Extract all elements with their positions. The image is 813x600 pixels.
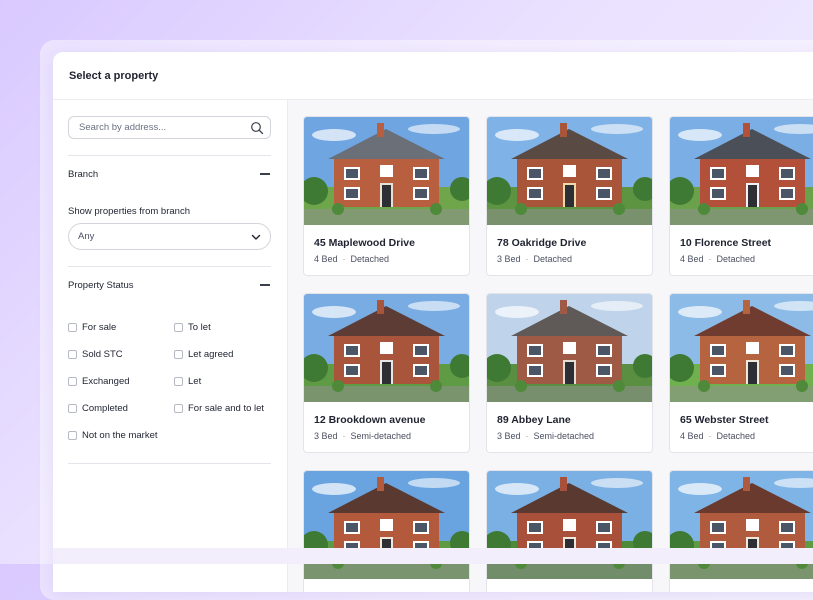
property-type: Semi-detached <box>350 431 412 441</box>
property-photo <box>304 117 469 225</box>
property-details: 3 Bed · Semi-detached <box>314 431 411 441</box>
branch-heading: Branch <box>68 168 99 180</box>
status-option[interactable]: For sale <box>68 322 116 333</box>
property-details: 3 Bed · Detached <box>497 254 572 264</box>
divider <box>68 266 271 267</box>
checkbox[interactable] <box>68 377 77 386</box>
property-card[interactable]: 89 Abbey Lane 3 Bed · Semi-detached <box>486 293 653 453</box>
dialog-title: Select a property <box>69 69 159 82</box>
separator-dot: · <box>708 254 712 264</box>
property-photo <box>487 294 652 402</box>
branch-section-header[interactable]: Branch <box>68 168 271 180</box>
status-heading: Property Status <box>68 279 134 291</box>
property-card[interactable] <box>303 470 470 592</box>
separator-dot: · <box>342 431 346 441</box>
property-address: 89 Abbey Lane <box>497 414 571 426</box>
property-card[interactable]: 65 Webster Street 4 Bed · Detached <box>669 293 813 453</box>
bottom-strip <box>53 548 813 564</box>
separator-dot: · <box>708 431 712 441</box>
filter-sidebar: Branch Show properties from branch Any Prop… <box>53 100 288 592</box>
status-option[interactable]: Exchanged <box>68 376 130 387</box>
property-beds: 4 Bed <box>680 431 704 441</box>
property-beds: 4 Bed <box>314 254 338 264</box>
branch-select-value: Any <box>78 231 95 242</box>
separator-dot: · <box>342 254 346 264</box>
checkbox[interactable] <box>68 323 77 332</box>
divider <box>68 463 271 464</box>
status-option[interactable]: Let <box>174 376 201 387</box>
property-details: 4 Bed · Detached <box>680 254 755 264</box>
status-option-label: For sale <box>82 322 117 333</box>
property-card[interactable]: 45 Maplewood Drive 4 Bed · Detached <box>303 116 470 276</box>
status-option-label: Not on the market <box>82 430 158 441</box>
property-beds: 4 Bed <box>680 254 704 264</box>
property-photo <box>670 117 813 225</box>
property-photo <box>304 294 469 402</box>
checkbox[interactable] <box>174 323 183 332</box>
chevron-down-icon <box>251 234 261 240</box>
minus-icon <box>260 284 270 286</box>
property-beds: 3 Bed <box>497 431 521 441</box>
collapse-status-button[interactable] <box>259 279 271 291</box>
status-option-label: For sale and to let <box>188 403 265 414</box>
checkbox[interactable] <box>68 404 77 413</box>
property-details: 4 Bed · Detached <box>314 254 389 264</box>
divider <box>68 155 271 156</box>
status-option-label: Let <box>188 376 202 387</box>
status-option-label: Completed <box>82 403 128 414</box>
status-option[interactable]: To let <box>174 322 211 333</box>
branch-label: Show properties from branch <box>68 206 190 217</box>
status-option-label: Sold STC <box>82 349 123 360</box>
property-type: Detached <box>716 254 756 264</box>
property-picker-dialog: Select a property Branch Show properties … <box>53 52 813 592</box>
status-option-label: Exchanged <box>82 376 130 387</box>
property-type: Semi-detached <box>533 431 595 441</box>
property-beds: 3 Bed <box>314 431 338 441</box>
property-address: 65 Webster Street <box>680 414 769 426</box>
property-beds: 3 Bed <box>497 254 521 264</box>
property-card[interactable] <box>669 470 813 592</box>
status-option[interactable]: For sale and to let <box>174 403 264 414</box>
property-type: Detached <box>533 254 573 264</box>
branch-select[interactable]: Any <box>68 223 271 250</box>
property-card[interactable]: 78 Oakridge Drive 3 Bed · Detached <box>486 116 653 276</box>
checkbox[interactable] <box>174 377 183 386</box>
checkbox[interactable] <box>68 431 77 440</box>
property-address: 45 Maplewood Drive <box>314 237 415 249</box>
property-card[interactable]: 12 Brookdown avenue 3 Bed · Semi-detached <box>303 293 470 453</box>
status-option[interactable]: Completed <box>68 403 128 414</box>
checkbox[interactable] <box>174 350 183 359</box>
property-grid: 45 Maplewood Drive 4 Bed · Detached 78 Oakri… <box>288 100 813 592</box>
property-card[interactable] <box>486 470 653 592</box>
property-address: 78 Oakridge Drive <box>497 237 587 249</box>
minus-icon <box>260 173 270 175</box>
status-option[interactable]: Let agreed <box>174 349 233 360</box>
property-address: 12 Brookdown avenue <box>314 414 426 426</box>
status-option[interactable]: Not on the market <box>68 430 158 441</box>
collapse-branch-button[interactable] <box>259 168 271 180</box>
property-details: 4 Bed · Detached <box>680 431 755 441</box>
dialog-header: Select a property <box>53 52 813 100</box>
separator-dot: · <box>525 431 529 441</box>
status-option-label: Let agreed <box>188 349 234 360</box>
status-section-header[interactable]: Property Status <box>68 279 271 291</box>
property-photo <box>487 117 652 225</box>
property-photo <box>670 294 813 402</box>
property-type: Detached <box>716 431 756 441</box>
search-box[interactable] <box>68 116 271 139</box>
status-option-label: To let <box>188 322 211 333</box>
property-details: 3 Bed · Semi-detached <box>497 431 594 441</box>
checkbox[interactable] <box>68 350 77 359</box>
search-icon[interactable] <box>250 121 264 135</box>
status-option[interactable]: Sold STC <box>68 349 123 360</box>
property-card[interactable]: 10 Florence Street 4 Bed · Detached <box>669 116 813 276</box>
separator-dot: · <box>525 254 529 264</box>
checkbox[interactable] <box>174 404 183 413</box>
search-input[interactable] <box>69 121 250 134</box>
property-type: Detached <box>350 254 390 264</box>
property-address: 10 Florence Street <box>680 237 772 249</box>
